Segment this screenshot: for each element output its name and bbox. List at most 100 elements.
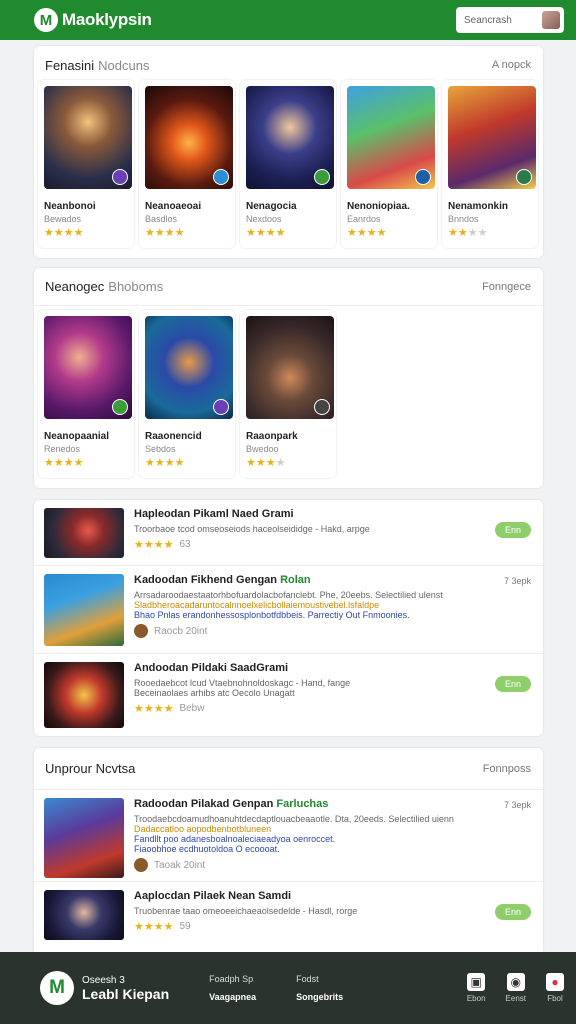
footer-column: Foadph Sp Vaagapnea [209,970,256,1006]
list-description: Arrsadaroodaestaatorhbofuardolacbofancle… [134,590,443,600]
platform-badge-icon [314,399,330,415]
list-title: Hapleodan Pikaml Naed Grami [134,508,294,520]
footer-icon-group: ▣ Ebon ◉ Eenst ● Fbol [467,973,564,1003]
platform-badge-icon [415,169,431,185]
list-item[interactable]: Andoodan Pildaki SaadGrami Rooedaebcot l… [34,654,543,736]
footer-nav-item[interactable]: ▣ Ebon [467,973,486,1003]
footer-link[interactable]: Songebrits [296,988,343,1006]
rating-stars: ★★★★ [246,457,286,469]
game-subtitle: Bnndos [448,214,479,224]
rating-stars: ★★★★ [134,921,174,933]
footer-column: Fodst Songebrits [296,970,343,1006]
game-subtitle: Bewados [44,214,82,224]
list-item[interactable]: Radoodan Pilakad Genpan Farluchas Trooda… [34,790,543,882]
section-title: Unprour Ncvtsa [45,761,136,776]
footer: M Oseesh 3 Leabl Kiepan Foadph Sp Vaagap… [0,952,576,1024]
list-thumbnail [44,508,124,558]
rating-stars: ★★★★ [134,703,174,715]
platform-badge-icon [112,169,128,185]
rating-stars: ★★★★ [145,227,185,239]
author-meta: Raocb 20int [154,625,208,637]
list-description: Troorbaoe tcod omseoseiods haceolseididg… [134,524,370,534]
footer-link[interactable]: Foadph Sp [209,970,256,988]
top-bar: M Maoklypsin Seancrash [0,0,576,40]
see-all-link[interactable]: Fonnposs [483,763,531,775]
game-subtitle: Nexdoos [246,214,282,224]
list-description-link[interactable]: Bhao Pnlas erandonhessosplonbotfdbbeis. … [134,610,531,620]
footer-brand: Oseesh 3 Leabl Kiepan [82,975,169,1002]
rating-count: 59 [179,921,191,932]
popular-section: Unprour Ncvtsa Fonnposs Radoodan Pilakad… [34,748,543,952]
rating-stars: ★★★★ [246,227,286,239]
game-tile[interactable]: Nenagocia Nexdoos ★★★★ [240,80,336,248]
game-subtitle: Eanrdos [347,214,381,224]
section-subtitle: Nodcuns [98,57,150,73]
game-subtitle: Sebdos [145,444,176,454]
platform-badge-icon [213,169,229,185]
list-item[interactable]: Aaplocdan Pilaek Nean Samdi Truobenrae t… [34,882,543,948]
game-tile[interactable]: Nenoniopiaa. Eanrdos ★★★★ [341,80,437,248]
list-description: Truobenrae taao omeoeeichaeaolsedelde - … [134,906,358,916]
get-button[interactable]: Enn [494,522,531,538]
record-icon: ● [546,973,564,991]
footer-nav-item[interactable]: ◉ Eenst [506,973,526,1003]
rating-stars: ★★★★ [347,227,387,239]
get-button[interactable]: Enn [494,904,531,920]
game-tile[interactable]: Neanbonoi Bewados ★★★★ [38,80,134,248]
section-subtitle: Bhoboms [108,279,164,294]
footer-logo-icon[interactable]: M [40,971,74,1005]
author-avatar [134,858,148,872]
list-description-link[interactable]: Fandllt poo adanesboalnoaleciaeadyoa oen… [134,834,531,844]
game-tile[interactable]: Nenamonkin Bnndos ★★★★ [442,80,538,248]
rating-count: 63 [179,539,191,550]
section-title: Neanogec [45,279,105,294]
game-artwork [145,86,233,189]
rating-stars: ★★★★ [44,227,84,239]
list-title: Radoodan Pilakad Genpan Farluchas [134,798,329,810]
list-description: Rooedaebcot lcud Vtaebnohnoldoskagc - Ha… [134,678,351,688]
brand-name[interactable]: Maoklypsin [62,10,152,30]
list-description-highlight: Dadaccatloo aopodbenbotbluneen [134,824,272,834]
recommended-section: Neanogec Bhoboms Fonngece Neanopaanial R… [34,268,543,488]
footer-brand-name: Leabl Kiepan [82,985,170,1002]
game-artwork [44,316,132,419]
list-thumbnail [44,574,124,646]
search-placeholder: Seancrash [464,14,512,26]
game-name: Neanoaeoai [145,201,202,212]
rating-stars: ★★★★ [44,457,84,469]
game-name: Nenamonkin [448,201,509,212]
footer-link[interactable]: Vaagapnea [209,988,256,1006]
platform-badge-icon [213,399,229,415]
game-artwork [145,316,233,419]
see-all-link[interactable]: Fonngece [482,281,531,293]
list-item[interactable]: Kadoodan Fikhend Gengan Rolan Arrsadaroo… [34,566,543,654]
game-name: Neanopaanial [44,431,110,442]
app-logo-icon[interactable]: M [34,8,58,32]
game-name: Raaonencid [145,431,202,442]
game-tile[interactable]: Neanopaanial Renedos ★★★★ [38,310,134,478]
platform-badge-icon [112,399,128,415]
game-tile[interactable]: Raaonencid Sebdos ★★★★ [139,310,235,478]
get-button[interactable]: Enn [494,676,531,692]
author-avatar [134,624,148,638]
game-artwork [44,86,132,189]
avatar[interactable] [542,11,560,29]
rating-count: Bebw [179,703,205,714]
featured-section: Fenasini Nodcuns A nopck Neanbonoi Bewad… [34,46,543,258]
game-name: Neanbonoi [44,201,96,212]
game-tile[interactable]: Raaonpark Bwedoo ★★★★ [240,310,336,478]
game-artwork [448,86,536,189]
see-all-link[interactable]: A nopck [492,59,531,71]
platform-badge-icon [516,169,532,185]
list-item[interactable]: Hapleodan Pikaml Naed Grami Troorbaoe tc… [34,500,543,566]
news-list-section: Hapleodan Pikaml Naed Grami Troorbaoe tc… [34,500,543,736]
list-title: Andoodan Pildaki SaadGrami [134,662,289,674]
list-description-link[interactable]: Fiaoobhoe ecdhuotoldoa O ecoooat. [134,844,531,854]
search-input[interactable]: Seancrash [456,7,564,33]
game-tile[interactable]: Neanoaeoai Basdlos ★★★★ [139,80,235,248]
footer-nav-item[interactable]: ● Fbol [546,973,564,1003]
rating-stars: ★★★★ [134,539,174,551]
footer-link[interactable]: Fodst [296,970,343,988]
game-subtitle: Bwedoo [246,444,279,454]
section-title: Fenasini [45,57,95,73]
